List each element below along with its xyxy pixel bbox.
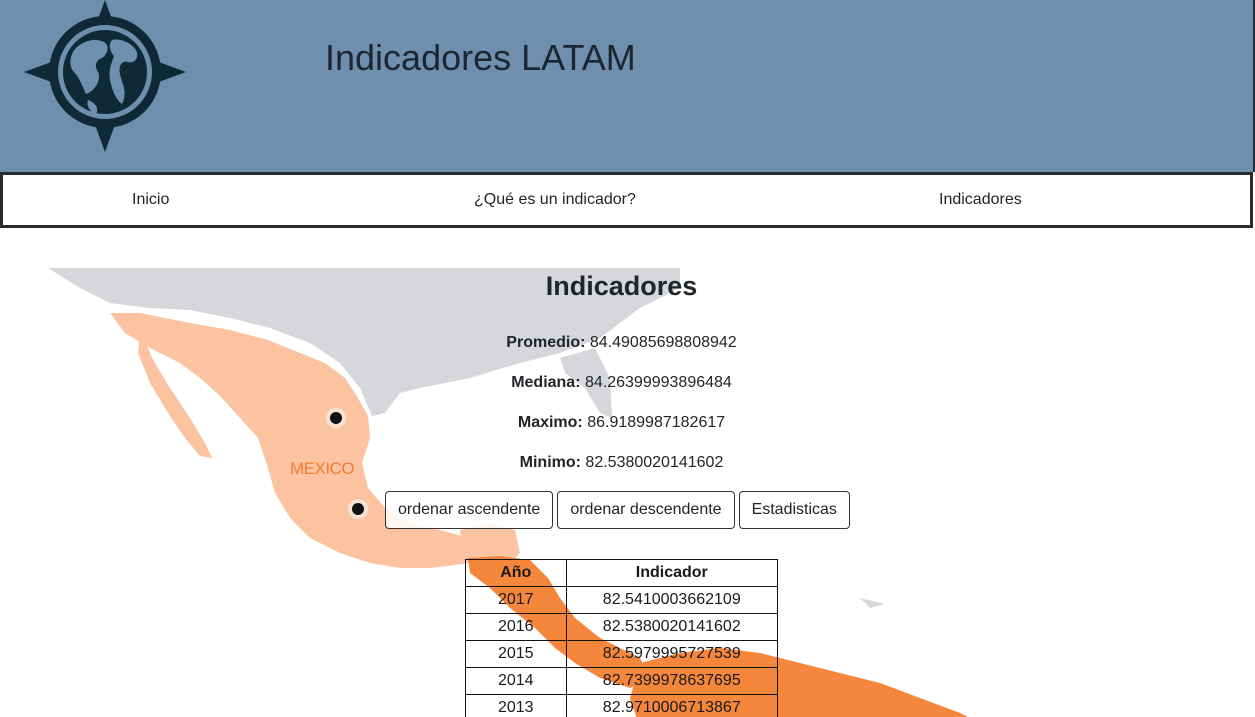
stat-value: 84.26399993896484	[584, 374, 732, 391]
cell-indicator: 82.5979995727539	[565, 640, 779, 668]
stat-label: Mediana:	[511, 374, 581, 391]
column-header-year: Año	[465, 559, 567, 587]
caribbean-island	[860, 598, 885, 608]
nav-item-inicio[interactable]: Inicio	[132, 189, 169, 211]
table-row: 2017 82.5410003662109	[465, 586, 779, 614]
column-header-indicator: Indicador	[565, 559, 779, 587]
main-content: MEXICO Indicadores Promedio: 84.49085698…	[0, 228, 1255, 717]
table-row: 2015 82.5979995727539	[465, 640, 779, 668]
stat-label: Maximo:	[517, 414, 583, 431]
cell-year: 2015	[465, 640, 567, 668]
stat-mediana: Mediana: 84.26399993896484	[0, 372, 1243, 394]
nav-item-indicadores[interactable]: Indicadores	[939, 189, 1022, 211]
indicators-table: Año Indicador 2017 82.5410003662109 2016…	[465, 559, 779, 717]
stat-label: Promedio:	[506, 334, 586, 351]
cell-year: 2016	[465, 613, 567, 641]
cell-year: 2014	[465, 667, 567, 695]
cell-indicator: 82.7399978637695	[565, 667, 779, 695]
stat-maximo: Maximo: 86.9189987182617	[0, 412, 1243, 434]
stat-value: 84.49085698808942	[589, 334, 737, 351]
statistics-button[interactable]: Estadisticas	[738, 491, 850, 529]
cell-indicator: 82.5410003662109	[565, 586, 779, 614]
stat-value: 82.5380020141602	[585, 454, 724, 471]
sort-ascending-button[interactable]: ordenar ascendente	[385, 491, 554, 529]
sort-descending-button[interactable]: ordenar descendente	[557, 491, 735, 529]
stat-value: 86.9189987182617	[587, 414, 726, 431]
cell-year: 2017	[465, 586, 567, 614]
site-header: Indicadores LATAM	[0, 0, 1255, 172]
cell-indicator: 82.9710006713867	[565, 694, 779, 717]
table-header-row: Año Indicador	[465, 559, 779, 587]
stat-promedio: Promedio: 84.49085698808942	[0, 332, 1243, 354]
main-navbar: Inicio ¿Qué es un indicador? Indicadores	[0, 172, 1253, 228]
stat-minimo: Minimo: 82.5380020141602	[0, 452, 1243, 474]
cell-year: 2013	[465, 694, 567, 717]
table-row: 2014 82.7399978637695	[465, 667, 779, 695]
table-row: 2013 82.9710006713867	[465, 694, 779, 717]
table-row: 2016 82.5380020141602	[465, 613, 779, 641]
cell-indicator: 82.5380020141602	[565, 613, 779, 641]
site-title: Indicadores LATAM	[325, 37, 636, 78]
nav-item-que-es-un-indicador[interactable]: ¿Qué es un indicador?	[474, 189, 636, 211]
sort-buttons: ordenar ascendente ordenar descendente E…	[385, 491, 850, 529]
compass-globe-icon	[24, 0, 186, 152]
indicators-title: Indicadores	[545, 271, 698, 301]
stat-label: Minimo:	[519, 454, 581, 471]
